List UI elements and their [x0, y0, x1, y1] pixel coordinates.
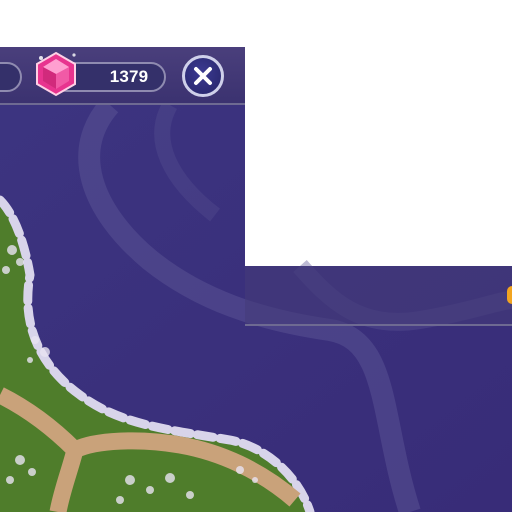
game-screen: 1379: [0, 0, 512, 512]
close-icon: [194, 67, 212, 85]
pink-gem-icon: [36, 51, 76, 97]
gem-count: 1379: [109, 67, 149, 86]
orange-badge-edge: [507, 286, 512, 304]
close-button[interactable]: [182, 55, 224, 97]
secondary-hud-bar: [245, 266, 512, 326]
currency-pill-left: [0, 62, 22, 92]
